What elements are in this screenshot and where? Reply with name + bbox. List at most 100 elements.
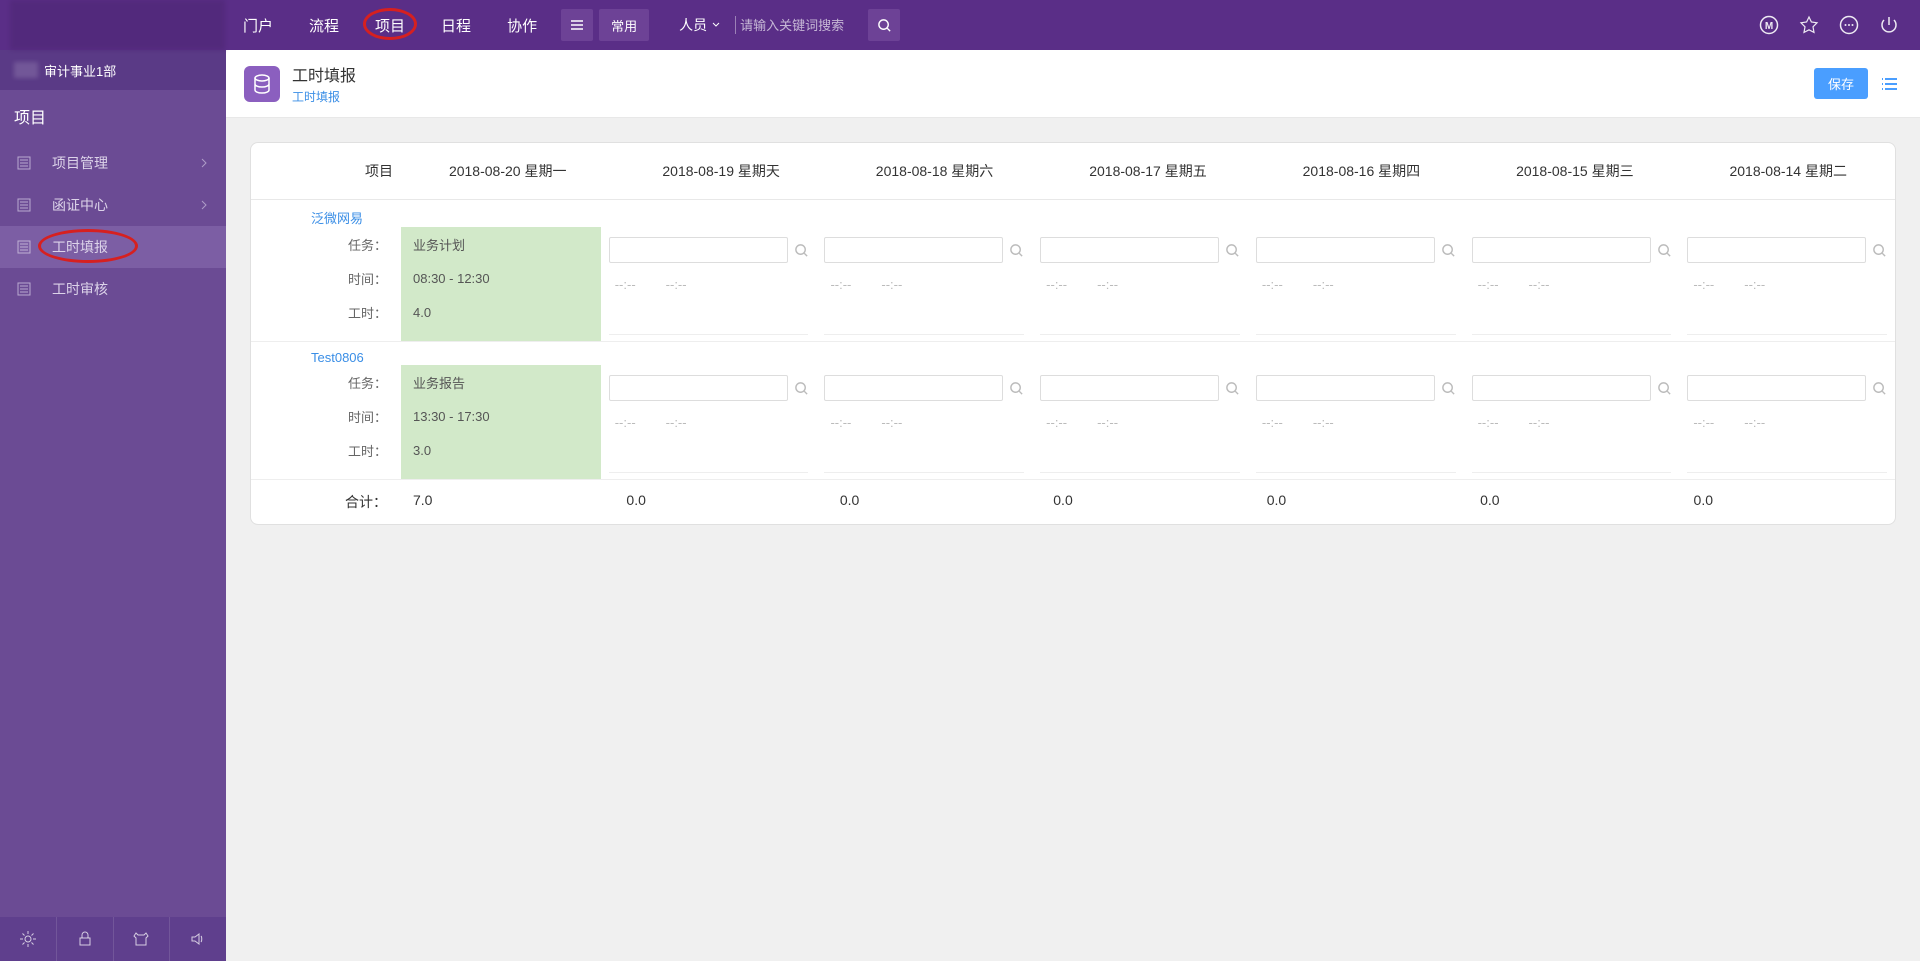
task-value: 业务计划: [401, 227, 601, 261]
hours-input-row[interactable]: [1687, 439, 1887, 473]
nav-project[interactable]: 项目: [357, 0, 423, 50]
task-input[interactable]: [1687, 375, 1866, 401]
total-label: 合计：: [251, 492, 401, 512]
hours-input-row[interactable]: [1256, 439, 1456, 473]
task-input[interactable]: [609, 375, 788, 401]
power-button[interactable]: [1878, 14, 1900, 36]
th-day-3: 2018-08-17 星期五: [1041, 143, 1254, 199]
task-search-button[interactable]: [1009, 379, 1024, 397]
top-right-icons: M: [1758, 14, 1910, 36]
project-name-link[interactable]: 泛微网易: [251, 208, 363, 227]
hours-input-row[interactable]: [609, 439, 809, 473]
task-input[interactable]: [824, 375, 1003, 401]
star-button[interactable]: [1798, 14, 1820, 36]
breadcrumb[interactable]: 工时填报: [292, 88, 356, 105]
divider: [735, 16, 736, 34]
task-search-button[interactable]: [794, 241, 809, 259]
footer-sound-button[interactable]: [170, 917, 226, 961]
task-input[interactable]: [1687, 237, 1866, 263]
task-input[interactable]: [1472, 237, 1651, 263]
hours-value: 4.0: [401, 295, 601, 329]
hours-input-row[interactable]: [1472, 439, 1672, 473]
nav-calendar[interactable]: 日程: [423, 0, 489, 50]
hours-input-row[interactable]: [824, 301, 1024, 335]
hours-input-row[interactable]: [1472, 301, 1672, 335]
th-day-1: 2018-08-19 星期天: [614, 143, 827, 199]
task-input[interactable]: [824, 237, 1003, 263]
nav-collab[interactable]: 协作: [489, 0, 555, 50]
th-day-6: 2018-08-14 星期二: [1682, 143, 1895, 199]
page-title: 工时填报: [292, 62, 356, 86]
sidebar-item-project-mgmt[interactable]: 项目管理: [0, 142, 226, 184]
time-placeholder-row[interactable]: --:----:--: [824, 405, 1024, 439]
time-placeholder-row[interactable]: --:----:--: [1687, 405, 1887, 439]
time-placeholder-row[interactable]: --:----:--: [1040, 267, 1240, 301]
day-cell: 业务报告13:30 - 17:303.0: [401, 365, 601, 479]
nav-portal[interactable]: 门户: [225, 0, 291, 50]
time-placeholder-row[interactable]: --:----:--: [609, 267, 809, 301]
power-icon: [1879, 15, 1899, 35]
th-project: 项目: [251, 143, 401, 199]
task-input[interactable]: [1256, 237, 1435, 263]
footer-settings-button[interactable]: [0, 917, 57, 961]
task-search-button[interactable]: [1225, 379, 1240, 397]
sidebar-item-timesheet-fill[interactable]: 工时填报: [0, 226, 226, 268]
chevron-right-icon: [200, 199, 208, 211]
hours-input-row[interactable]: [1687, 301, 1887, 335]
task-search-button[interactable]: [1225, 241, 1240, 259]
task-search-button[interactable]: [794, 379, 809, 397]
list-toggle-button[interactable]: [1878, 72, 1902, 96]
task-search-button[interactable]: [1441, 241, 1456, 259]
task-search-button[interactable]: [1872, 379, 1887, 397]
sidebar-item-letter-center[interactable]: 函证中心: [0, 184, 226, 226]
save-button[interactable]: 保存: [1814, 68, 1868, 99]
time-placeholder-row[interactable]: --:----:--: [824, 267, 1024, 301]
label-time: 时间：: [251, 261, 401, 295]
task-search-button[interactable]: [1441, 379, 1456, 397]
time-placeholder-row[interactable]: --:----:--: [1256, 405, 1456, 439]
task-input[interactable]: [609, 237, 788, 263]
time-placeholder-row[interactable]: --:----:--: [609, 405, 809, 439]
total-4: 0.0: [1255, 492, 1468, 512]
day-cell: --:----:--: [1032, 227, 1248, 341]
m-icon-button[interactable]: M: [1758, 14, 1780, 36]
nav-common-button[interactable]: 常用: [599, 9, 649, 41]
hours-input-row[interactable]: [1256, 301, 1456, 335]
task-search-button[interactable]: [1009, 241, 1024, 259]
time-placeholder-row[interactable]: --:----:--: [1472, 405, 1672, 439]
day-cell: --:----:--: [1679, 365, 1895, 479]
day-cell: --:----:--: [1464, 365, 1680, 479]
project-name-link[interactable]: Test0806: [251, 350, 364, 365]
time-placeholder-row[interactable]: --:----:--: [1472, 267, 1672, 301]
th-day-2: 2018-08-18 星期六: [828, 143, 1041, 199]
hours-input-row[interactable]: [609, 301, 809, 335]
time-placeholder-row[interactable]: --:----:--: [1256, 267, 1456, 301]
hours-input-row[interactable]: [824, 439, 1024, 473]
dept-bar[interactable]: 审计事业1部: [0, 50, 226, 90]
task-input[interactable]: [1256, 375, 1435, 401]
task-input[interactable]: [1040, 375, 1219, 401]
task-search-button[interactable]: [1657, 241, 1672, 259]
search-input[interactable]: [740, 18, 860, 33]
page-header: 工时填报 工时填报 保存: [226, 50, 1920, 118]
sidebar-item-timesheet-review[interactable]: 工时审核: [0, 268, 226, 310]
time-placeholder-row[interactable]: --:----:--: [1040, 405, 1240, 439]
th-day-4: 2018-08-16 星期四: [1255, 143, 1468, 199]
search-button[interactable]: [868, 9, 900, 41]
project-block: Test0806任务：时间：工时：业务报告13:30 - 17:303.0--:…: [251, 342, 1895, 480]
search-type-dropdown[interactable]: 人员: [679, 15, 731, 35]
time-value: 08:30 - 12:30: [401, 261, 601, 295]
hours-input-row[interactable]: [1040, 439, 1240, 473]
task-search-button[interactable]: [1657, 379, 1672, 397]
task-input[interactable]: [1472, 375, 1651, 401]
task-input[interactable]: [1040, 237, 1219, 263]
hours-input-row[interactable]: [1040, 301, 1240, 335]
more-button[interactable]: [1838, 14, 1860, 36]
time-placeholder-row[interactable]: --:----:--: [1687, 267, 1887, 301]
footer-lock-button[interactable]: [57, 917, 114, 961]
task-search-button[interactable]: [1872, 241, 1887, 259]
content-area: 工时填报 工时填报 保存 项目 2018-08-20 星期一 2018-08-1…: [226, 50, 1920, 961]
nav-menu-button[interactable]: [561, 9, 593, 41]
footer-theme-button[interactable]: [114, 917, 171, 961]
nav-workflow[interactable]: 流程: [291, 0, 357, 50]
